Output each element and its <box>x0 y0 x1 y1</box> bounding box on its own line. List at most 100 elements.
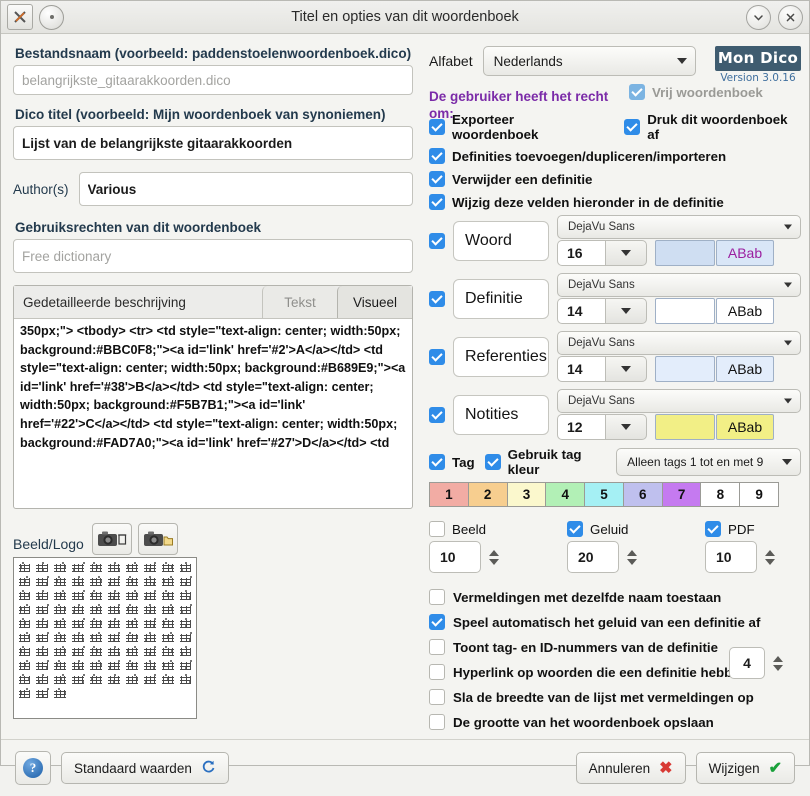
option-row[interactable]: Vermeldingen met dezelfde naam toestaan <box>429 589 801 605</box>
camera-open-icon[interactable] <box>137 523 178 555</box>
option-row[interactable]: Sla de breedte van de lijst met vermeldi… <box>429 689 801 705</box>
tag-cell[interactable]: 8 <box>701 483 741 506</box>
tab-tekst[interactable]: Tekst <box>262 286 337 318</box>
permission-delete-checkbox[interactable] <box>429 171 445 187</box>
font-color-swatch[interactable] <box>655 240 715 266</box>
font-row-name[interactable]: Definitie <box>453 278 549 319</box>
font-family-select[interactable]: DejaVu Sans <box>557 331 801 355</box>
font-sample[interactable]: ABab <box>716 414 774 440</box>
close-icon[interactable] <box>778 4 803 30</box>
option-checkbox[interactable] <box>429 639 445 655</box>
media-spin[interactable] <box>623 549 641 565</box>
font-sample[interactable]: ABab <box>716 298 774 324</box>
apply-button[interactable]: Wijzigen ✔ <box>695 752 795 784</box>
hyperlink-depth-value[interactable]: 4 <box>729 647 765 679</box>
option-checkbox[interactable] <box>429 714 445 730</box>
hyperlink-depth-stepper[interactable]: 4 <box>729 647 787 679</box>
permission-print[interactable]: Druk dit woordenboek af <box>624 112 801 142</box>
tag-toggle[interactable]: Tag <box>429 454 475 470</box>
font-row-checkbox[interactable] <box>429 406 445 423</box>
option-checkbox[interactable] <box>429 689 445 705</box>
tag-checkbox[interactable] <box>429 454 445 470</box>
media-toggle[interactable]: PDF <box>705 521 801 537</box>
tag-color-toggle[interactable]: Gebruik tag kleur <box>484 447 607 477</box>
media-toggle[interactable]: Geluid <box>567 521 663 537</box>
font-row-checkbox[interactable] <box>429 290 445 307</box>
defaults-button[interactable]: Standaard waarden <box>61 752 229 784</box>
media-checkbox[interactable] <box>567 521 583 537</box>
permission-delete[interactable]: Verwijder een definitie <box>429 171 801 187</box>
dico-title-input[interactable] <box>13 126 413 160</box>
logo-preview[interactable] <box>13 557 197 719</box>
media-stepper[interactable]: 10 <box>429 541 525 573</box>
font-size-value[interactable]: 16 <box>557 240 605 266</box>
free-dictionary-checkbox[interactable] <box>629 84 645 100</box>
font-row-name[interactable]: Woord <box>453 220 549 261</box>
spin-down-icon[interactable] <box>627 558 637 565</box>
font-size-value[interactable]: 14 <box>557 356 605 382</box>
tab-visueel[interactable]: Visueel <box>337 286 412 318</box>
permission-add[interactable]: Definities toevoegen/dupliceren/importer… <box>429 148 801 164</box>
tag-cell[interactable]: 1 <box>430 483 469 506</box>
spin-down-icon[interactable] <box>773 664 783 671</box>
tag-cell[interactable]: 4 <box>546 483 586 506</box>
tag-range-select[interactable]: Alleen tags 1 tot en met 9 <box>616 448 801 476</box>
help-button[interactable]: ? <box>15 751 51 785</box>
chevron-down-icon[interactable] <box>746 4 771 30</box>
font-family-select[interactable]: DejaVu Sans <box>557 389 801 413</box>
camera-delete-icon[interactable] <box>91 523 132 555</box>
tag-cell[interactable]: 9 <box>740 483 779 506</box>
tag-cell[interactable]: 2 <box>468 483 508 506</box>
font-family-select[interactable]: DejaVu Sans <box>557 215 801 239</box>
media-spin[interactable] <box>485 549 503 565</box>
font-sample[interactable]: ABab <box>716 240 774 266</box>
option-checkbox[interactable] <box>429 664 445 680</box>
spin-down-icon[interactable] <box>489 558 499 565</box>
font-color-swatch[interactable] <box>655 298 715 324</box>
font-size-dropdown[interactable] <box>605 414 647 440</box>
spin-down-icon[interactable] <box>765 558 775 565</box>
window-menu-button[interactable] <box>39 4 64 30</box>
media-checkbox[interactable] <box>705 521 721 537</box>
font-size-dropdown[interactable] <box>605 240 647 266</box>
filename-input[interactable] <box>13 65 413 95</box>
font-size-dropdown[interactable] <box>605 298 647 324</box>
font-row-name[interactable]: Referenties <box>453 336 549 377</box>
media-checkbox[interactable] <box>429 521 445 537</box>
font-size-dropdown[interactable] <box>605 356 647 382</box>
x-app-icon[interactable] <box>7 4 33 30</box>
author-input[interactable] <box>78 172 413 206</box>
font-row-checkbox[interactable] <box>429 232 445 249</box>
free-dictionary-row[interactable]: Vrij woordenboek <box>629 84 763 100</box>
media-spin[interactable] <box>761 549 779 565</box>
permission-edit-fields-checkbox[interactable] <box>429 194 445 210</box>
media-stepper[interactable]: 20 <box>567 541 663 573</box>
spin-up-icon[interactable] <box>773 655 783 662</box>
hyperlink-depth-spin[interactable] <box>769 655 787 671</box>
usage-rights-input[interactable] <box>13 239 413 273</box>
cancel-button[interactable]: Annuleren ✖ <box>575 752 686 784</box>
option-row[interactable]: Speel automatisch het geluid van een def… <box>429 614 801 630</box>
media-value[interactable]: 10 <box>705 541 757 573</box>
spin-up-icon[interactable] <box>765 549 775 556</box>
media-toggle[interactable]: Beeld <box>429 521 525 537</box>
media-value[interactable]: 10 <box>429 541 481 573</box>
media-value[interactable]: 20 <box>567 541 619 573</box>
option-checkbox[interactable] <box>429 589 445 605</box>
permission-edit-fields[interactable]: Wijzig deze velden hieronder in de defin… <box>429 194 801 210</box>
font-color-swatch[interactable] <box>655 356 715 382</box>
media-stepper[interactable]: 10 <box>705 541 801 573</box>
permission-export-checkbox[interactable] <box>429 119 445 135</box>
permission-add-checkbox[interactable] <box>429 148 445 164</box>
font-row-checkbox[interactable] <box>429 348 445 365</box>
alphabet-select[interactable]: Nederlands <box>482 46 696 76</box>
permission-export[interactable]: Exporteer woordenboek <box>429 112 602 142</box>
font-color-swatch[interactable] <box>655 414 715 440</box>
tag-cell[interactable]: 3 <box>507 483 547 506</box>
option-row[interactable]: De grootte van het woordenboek opslaan <box>429 714 801 730</box>
font-size-value[interactable]: 12 <box>557 414 605 440</box>
tag-cell[interactable]: 7 <box>662 483 702 506</box>
tag-color-checkbox[interactable] <box>484 454 501 470</box>
tag-cell[interactable]: 6 <box>623 483 663 506</box>
font-row-name[interactable]: Notities <box>453 394 549 435</box>
